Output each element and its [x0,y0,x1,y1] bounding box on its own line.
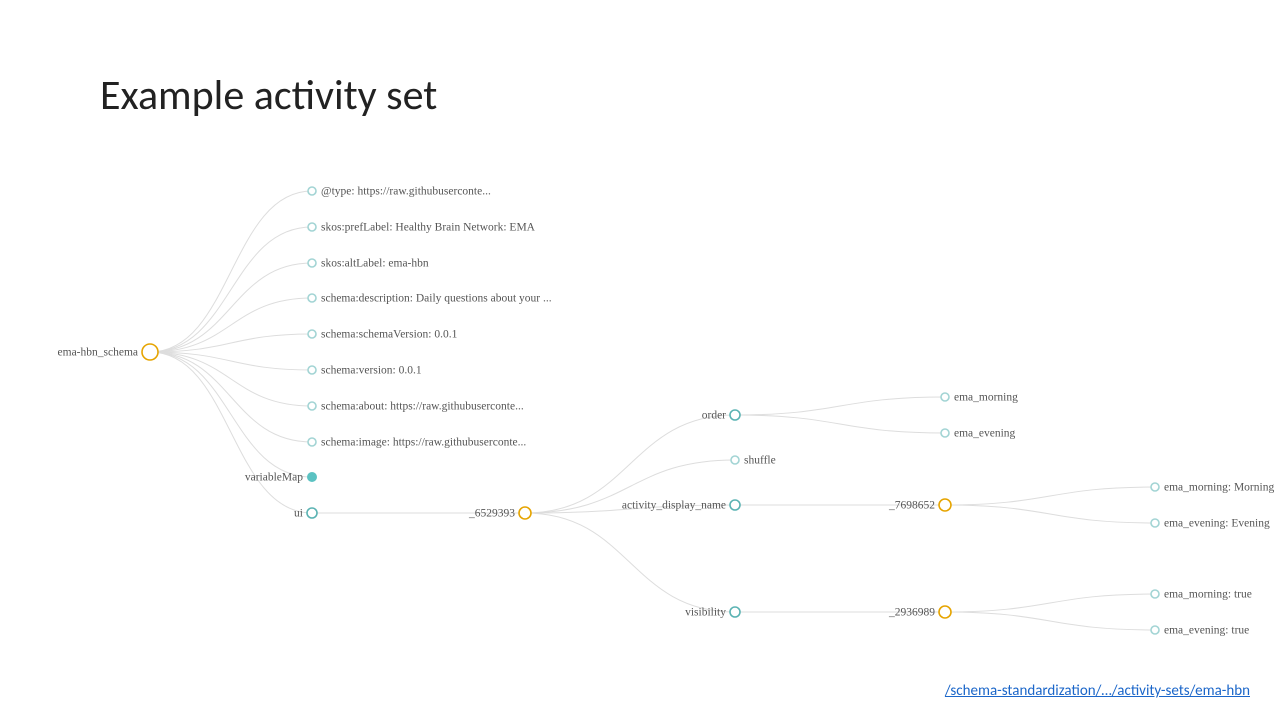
tree-node-label: schema:version: 0.0.1 [321,365,422,377]
tree-node-label: variableMap [245,472,303,484]
tree-node-label: _2936989 [888,607,935,619]
tree-node: shuffle [731,455,776,467]
tree-node-label: schema:about: https://raw.githubusercont… [321,401,524,413]
tree-node: schema:description: Daily questions abou… [308,293,552,305]
tree-node: schema:about: https://raw.githubusercont… [308,401,524,413]
tree-node: skos:altLabel: ema-hbn [308,258,429,270]
tree-node: variableMap [245,472,317,484]
tree-node-label: visibility [685,607,726,619]
tree-node-label: @type: https://raw.githubuserconte... [321,186,491,198]
tree-node-label: ema_evening: Evening [1164,518,1270,530]
tree-node-label: ema_morning: true [1164,589,1252,601]
tree-node[interactable]: ema-hbn_schema [58,344,158,360]
tree-node: @type: https://raw.githubuserconte... [308,186,491,198]
tree-node-label: ema-hbn_schema [58,347,138,359]
tree-node: schema:image: https://raw.githubusercont… [308,437,526,449]
tree-node-label: skos:altLabel: ema-hbn [321,258,429,270]
tree-node[interactable]: order [702,410,740,422]
tree-node-label: ema_evening: true [1164,625,1249,637]
tree-node-label: shuffle [744,455,776,467]
tree-node: schema:version: 0.0.1 [308,365,422,377]
tree-node-label: activity_display_name [622,500,726,512]
tree-node-label: skos:prefLabel: Healthy Brain Network: E… [321,222,536,234]
tree-node: schema:schemaVersion: 0.0.1 [308,329,458,341]
tree-node-label: ema_morning [954,392,1018,404]
tree-node[interactable]: _6529393 [468,507,531,520]
tree-node: ema_evening: true [1151,625,1249,637]
tree-node: ema_evening [941,428,1016,440]
tree-node-label: ui [294,508,303,520]
schema-tree: ema-hbn_schema @type: https://raw.githubu… [0,0,1280,720]
tree-node[interactable]: activity_display_name [622,500,740,512]
tree-node-label: ema_morning: Morning [1164,482,1274,494]
tree-node-label: schema:description: Daily questions abou… [321,293,552,305]
tree-node[interactable]: visibility [685,607,740,619]
source-path-link[interactable]: /schema-standardization/…/activity-sets/… [945,682,1250,700]
tree-node-label: ema_evening [954,428,1016,440]
tree-node-label: schema:schemaVersion: 0.0.1 [321,329,458,341]
tree-node-label: schema:image: https://raw.githubusercont… [321,437,526,449]
tree-node: ema_evening: Evening [1151,518,1270,530]
tree-node[interactable]: _2936989 [888,606,951,619]
tree-node: ema_morning: true [1151,589,1252,601]
tree-node[interactable]: _7698652 [888,499,951,512]
tree-node-label: _6529393 [468,508,515,520]
tree-node: ema_morning [941,392,1018,404]
tree-node: skos:prefLabel: Healthy Brain Network: E… [308,222,536,234]
tree-node: ema_morning: Morning [1151,482,1274,494]
tree-node-label: _7698652 [888,500,935,512]
tree-node[interactable]: ui [294,508,317,520]
tree-node-label: order [702,410,726,422]
